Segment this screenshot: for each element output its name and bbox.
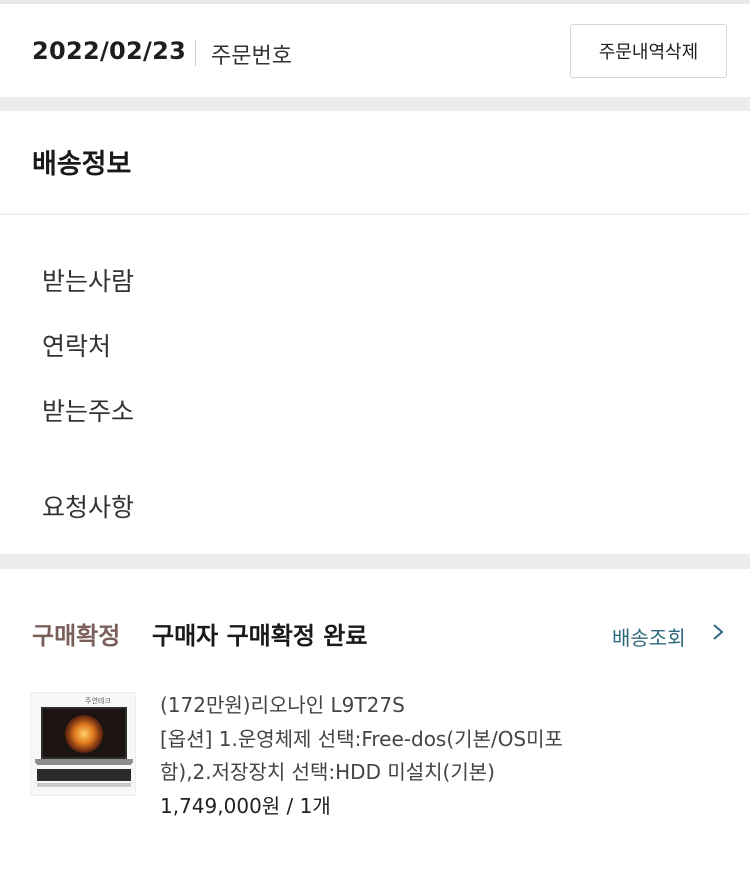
section-band (0, 97, 750, 111)
product-image[interactable]: 주연테크 (30, 692, 136, 796)
tracking-link[interactable]: 배송조회 (612, 622, 686, 651)
thumb-caption-band (37, 769, 131, 781)
chevron-right-icon[interactable] (708, 620, 728, 644)
product-option: [옵션] 1.운영체제 선택:Free-dos(기본/OS미포 (160, 727, 563, 751)
header-separator (195, 40, 196, 66)
order-date: 2022/02/23 (32, 37, 187, 65)
shipping-info-title: 배송정보 (32, 149, 132, 180)
screen-wallpaper (65, 715, 103, 753)
laptop-base (35, 759, 133, 765)
purchase-status-text: 구매자 구매확정 완료 (152, 622, 368, 650)
laptop-screen (41, 707, 127, 759)
recipient-label: 받는사람 (42, 267, 135, 296)
product-option: 함),2.저장장치 선택:HDD 미설치(기본) (160, 760, 495, 784)
thumb-brand-text: 주연테크 (85, 697, 111, 705)
request-label: 요청사항 (42, 493, 135, 522)
order-number-label: 주문번호 (211, 44, 292, 69)
contact-label: 연락처 (42, 332, 112, 361)
shipping-divider (0, 213, 750, 215)
address-label: 받는주소 (42, 397, 135, 426)
product-name[interactable]: (172만원)리오나인 L9T27S (160, 689, 405, 718)
product-price-quantity: 1,749,000원 / 1개 (160, 794, 331, 818)
thumb-fine-print (37, 783, 131, 787)
section-band (0, 554, 750, 569)
delete-order-button[interactable]: 주문내역삭제 (570, 24, 727, 78)
order-header: 2022/02/23 주문번호 주문내역삭제 (0, 4, 750, 97)
purchase-status-label: 구매확정 (32, 622, 121, 650)
